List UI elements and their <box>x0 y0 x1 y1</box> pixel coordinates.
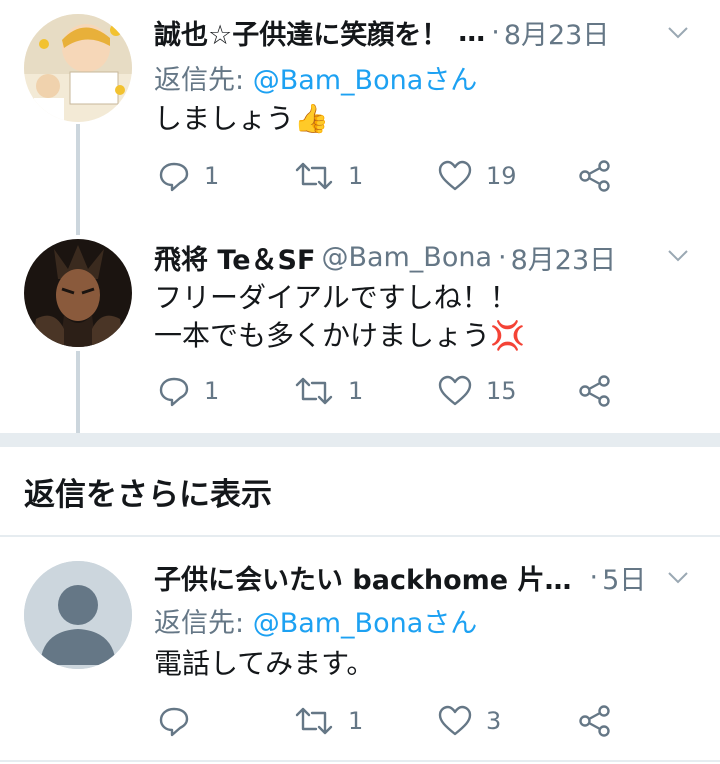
tweet-actions: 1 1 19 <box>154 154 720 198</box>
like-count: 3 <box>486 707 502 735</box>
reply-count: 1 <box>204 162 220 190</box>
separator-dot: · <box>491 16 500 48</box>
retweet-count: 1 <box>348 707 364 735</box>
retweet-icon <box>295 377 333 405</box>
tweet-text: しましょう👍 <box>154 100 329 138</box>
reply-to-mention[interactable]: @Bam_Bonaさん <box>253 608 478 639</box>
share-button[interactable] <box>578 369 612 413</box>
reply-icon <box>159 707 189 737</box>
retweet-button[interactable]: 1 <box>294 154 363 198</box>
share-icon <box>579 705 610 737</box>
tweet-actions: 1 3 <box>154 699 720 743</box>
heart-icon <box>438 705 472 736</box>
reply-to-mention[interactable]: @Bam_Bonaさん <box>253 65 478 96</box>
display-name[interactable]: 飛将 Te＆SF <box>154 238 315 277</box>
tweet-text: フリーダイアルですしね！！ 一本でも多くかけましょう💢 <box>154 279 525 355</box>
reply-button[interactable]: 1 <box>158 369 219 413</box>
heart-icon <box>438 375 472 406</box>
divider <box>0 760 720 762</box>
timestamp[interactable]: 5日 <box>602 558 646 597</box>
tweet-header: 誠也☆子供達に笑顔を！ … · 8月23日 <box>154 12 700 52</box>
chevron-down-icon[interactable] <box>666 20 690 44</box>
avatar[interactable] <box>24 561 132 669</box>
share-button[interactable] <box>578 154 612 198</box>
avatar-photo <box>24 14 132 122</box>
like-button[interactable]: 19 <box>438 154 517 198</box>
reply-button[interactable]: 1 <box>158 154 219 198</box>
section-separator <box>0 433 720 447</box>
like-button[interactable]: 15 <box>438 369 517 413</box>
reply-to-prefix: 返信先: <box>154 65 253 96</box>
separator-dot: · <box>498 241 507 273</box>
tweet-2[interactable]: 飛将 Te＆SF @Bam_Bona · 8月23日 フリーダイアルですしね！！… <box>0 215 720 433</box>
handle[interactable]: @Bam_Bona <box>321 242 492 273</box>
tweet-header: 飛将 Te＆SF @Bam_Bona · 8月23日 <box>154 237 700 277</box>
thread-line <box>76 215 80 235</box>
share-button[interactable] <box>578 699 612 743</box>
tweet-3[interactable]: 子供に会いたい backhome 片… · 5日 返信先: @Bam_Bonaさ… <box>0 537 720 757</box>
like-count: 19 <box>486 162 517 190</box>
display-name[interactable]: 子供に会いたい backhome 片… <box>154 558 572 597</box>
separator-dot: · <box>589 561 599 593</box>
retweet-button[interactable]: 1 <box>294 699 363 743</box>
reply-icon <box>159 162 189 192</box>
avatar[interactable] <box>24 239 132 347</box>
reply-button[interactable] <box>158 699 204 743</box>
avatar-photo <box>24 239 132 347</box>
retweet-button[interactable]: 1 <box>294 369 363 413</box>
thread-line <box>76 351 80 433</box>
show-more-replies-label: 返信をさらに表示 <box>24 477 272 513</box>
show-more-replies[interactable]: 返信をさらに表示 <box>0 447 720 535</box>
reply-to-prefix: 返信先: <box>154 608 253 639</box>
chevron-down-icon[interactable] <box>666 565 690 589</box>
tweet-header: 子供に会いたい backhome 片… · 5日 <box>154 557 700 597</box>
tweet-text-line: フリーダイアルですしね！！ <box>154 281 518 314</box>
default-avatar-icon <box>24 561 132 669</box>
tweet-1[interactable]: 誠也☆子供達に笑顔を！ … · 8月23日 返信先: @Bam_Bonaさん し… <box>0 0 720 215</box>
reply-count: 1 <box>204 377 220 405</box>
avatar[interactable] <box>24 14 132 122</box>
reply-icon <box>159 377 189 407</box>
retweet-count: 1 <box>348 377 364 405</box>
like-count: 15 <box>486 377 517 405</box>
share-icon <box>579 375 610 407</box>
share-icon <box>579 160 610 192</box>
tweet-text-line: 一本でも多くかけましょう💢 <box>154 319 525 352</box>
chevron-down-icon[interactable] <box>666 243 690 267</box>
retweet-icon <box>295 162 333 190</box>
timestamp[interactable]: 8月23日 <box>504 13 610 52</box>
retweet-icon <box>295 707 333 735</box>
timestamp[interactable]: 8月23日 <box>511 238 617 277</box>
tweet-text: 電話してみます。 <box>154 645 374 683</box>
tweet-actions: 1 1 15 <box>154 369 720 413</box>
display-name[interactable]: 誠也☆子供達に笑顔を！ <box>154 13 448 52</box>
thread-line <box>76 124 80 215</box>
heart-icon <box>438 160 472 191</box>
reply-to: 返信先: @Bam_Bonaさん <box>154 601 477 640</box>
retweet-count: 1 <box>348 162 364 190</box>
name-ellipsis: … <box>458 16 486 48</box>
tweet-text-line: 電話してみます。 <box>154 647 375 680</box>
tweet-text-line: しましょう👍 <box>154 102 329 135</box>
reply-to: 返信先: @Bam_Bonaさん <box>154 58 477 97</box>
like-button[interactable]: 3 <box>438 699 501 743</box>
